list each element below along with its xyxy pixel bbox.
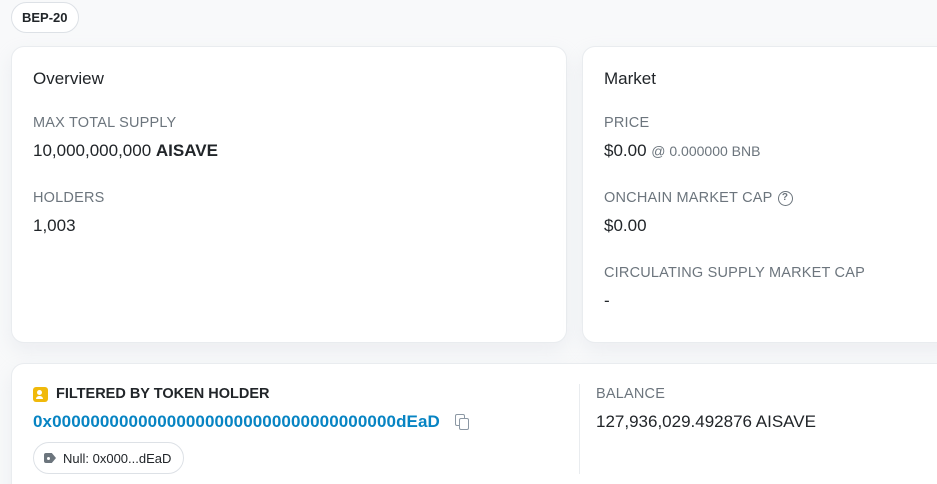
market-title: Market (604, 69, 656, 88)
price-bnb: @ 0.000000 BNB (651, 143, 761, 159)
overview-card: Overview MAX TOTAL SUPPLY 10,000,000,000… (11, 46, 567, 343)
filter-heading: FILTERED BY TOKEN HOLDER (56, 386, 270, 402)
circ-cap-value: - (604, 291, 610, 310)
max-supply-value: 10,000,000,000 AISAVE (33, 141, 218, 161)
holder-address-row: 0x000000000000000000000000000000000000dE… (33, 412, 470, 432)
copy-icon[interactable] (454, 413, 470, 431)
onchain-cap-label-row: ONCHAIN MARKET CAP ? (604, 190, 793, 206)
filter-heading-row: FILTERED BY TOKEN HOLDER (33, 386, 270, 402)
onchain-cap-label: ONCHAIN MARKET CAP (604, 190, 773, 206)
name-tag-label: Null: 0x000...dEaD (63, 450, 172, 466)
contact-card-icon (33, 386, 48, 402)
holders-value: 1,003 (33, 216, 76, 235)
max-supply-symbol: AISAVE (155, 141, 218, 160)
token-page: BEP-20 Overview MAX TOTAL SUPPLY 10,000,… (0, 0, 937, 484)
tag-icon (44, 453, 56, 463)
price-value-row: $0.00 @ 0.000000 BNB (604, 141, 760, 161)
balance-label: BALANCE (596, 386, 666, 402)
price-value: $0.00 (604, 141, 647, 160)
market-card: Market PRICE $0.00 @ 0.000000 BNB ONCHAI… (582, 46, 937, 343)
overview-title: Overview (33, 69, 104, 88)
question-circle-icon[interactable]: ? (777, 190, 793, 206)
holders-label: HOLDERS (33, 190, 105, 206)
max-supply-amount: 10,000,000,000 (33, 141, 152, 160)
circ-cap-label: CIRCULATING SUPPLY MARKET CAP (604, 265, 865, 281)
max-supply-label: MAX TOTAL SUPPLY (33, 115, 177, 131)
onchain-cap-value: $0.00 (604, 216, 647, 235)
holder-address-link[interactable]: 0x000000000000000000000000000000000000dE… (33, 412, 440, 432)
filter-card: FILTERED BY TOKEN HOLDER 0x0000000000000… (11, 363, 937, 484)
name-tag-badge[interactable]: Null: 0x000...dEaD (33, 442, 185, 474)
price-label: PRICE (604, 115, 650, 131)
token-standard-badge: BEP-20 (11, 2, 79, 33)
balance-value: 127,936,029.492876 AISAVE (596, 412, 816, 431)
column-divider (579, 384, 580, 474)
